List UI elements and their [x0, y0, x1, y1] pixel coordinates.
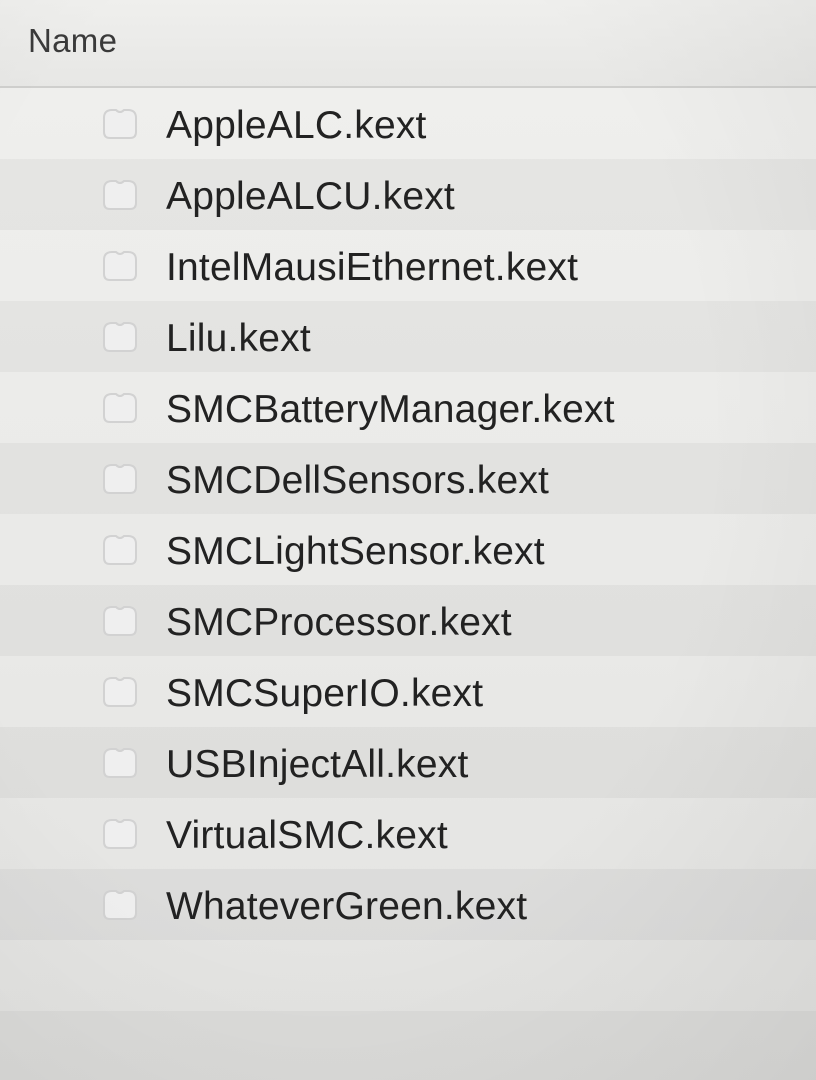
kext-bundle-icon [103, 677, 137, 707]
file-row[interactable]: IntelMausiEthernet.kext [0, 230, 816, 301]
file-row[interactable]: VirtualSMC.kext [0, 798, 816, 869]
file-list: AppleALC.kext AppleALCU.kext IntelMausiE… [0, 88, 816, 1080]
file-row[interactable]: SMCBatteryManager.kext [0, 372, 816, 443]
kext-bundle-icon [103, 890, 137, 920]
column-header-bar: Name [0, 0, 816, 88]
file-row[interactable]: SMCSuperIO.kext [0, 656, 816, 727]
empty-row [0, 1011, 816, 1080]
file-row[interactable]: USBInjectAll.kext [0, 727, 816, 798]
kext-bundle-icon [103, 748, 137, 778]
kext-bundle-icon [103, 180, 137, 210]
file-row[interactable]: SMCDellSensors.kext [0, 443, 816, 514]
file-row[interactable]: WhateverGreen.kext [0, 869, 816, 940]
file-name: IntelMausiEthernet.kext [166, 246, 579, 289]
file-name: SMCSuperIO.kext [166, 672, 484, 715]
file-name: VirtualSMC.kext [166, 814, 448, 857]
file-name: AppleALC.kext [166, 104, 427, 147]
kext-bundle-icon [103, 251, 137, 281]
file-name: SMCLightSensor.kext [166, 530, 545, 573]
file-name: USBInjectAll.kext [166, 743, 469, 786]
finder-list-view: Name AppleALC.kext AppleALCU.kext IntelM… [0, 0, 816, 1080]
file-name: SMCDellSensors.kext [166, 459, 550, 502]
file-name: Lilu.kext [166, 317, 311, 360]
kext-bundle-icon [103, 109, 137, 139]
name-column-header[interactable]: Name [28, 22, 117, 60]
kext-bundle-icon [103, 322, 137, 352]
file-row[interactable]: Lilu.kext [0, 301, 816, 372]
file-row[interactable]: SMCLightSensor.kext [0, 514, 816, 585]
file-row[interactable]: SMCProcessor.kext [0, 585, 816, 656]
file-row[interactable]: AppleALC.kext [0, 88, 816, 159]
file-name: AppleALCU.kext [166, 175, 455, 218]
kext-bundle-icon [103, 606, 137, 636]
file-row[interactable]: AppleALCU.kext [0, 159, 816, 230]
empty-row [0, 940, 816, 1011]
kext-bundle-icon [103, 393, 137, 423]
file-name: SMCBatteryManager.kext [166, 388, 615, 431]
kext-bundle-icon [103, 819, 137, 849]
kext-bundle-icon [103, 535, 137, 565]
file-name: SMCProcessor.kext [166, 601, 512, 644]
file-name: WhateverGreen.kext [166, 885, 528, 928]
kext-bundle-icon [103, 464, 137, 494]
